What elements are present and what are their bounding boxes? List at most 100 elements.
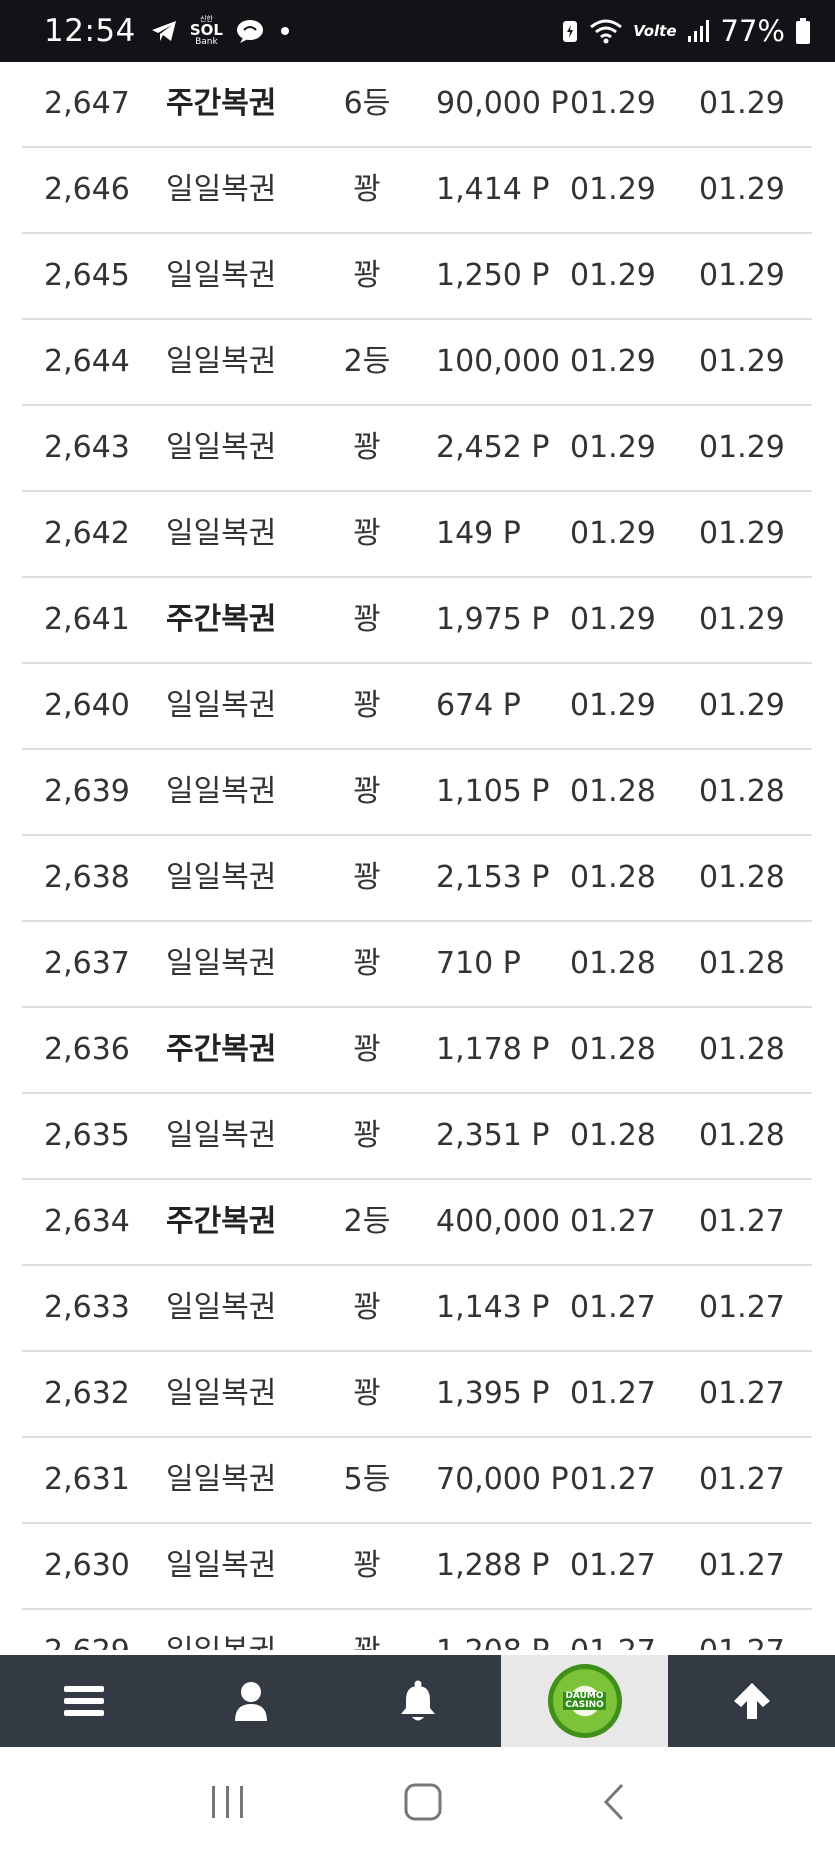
result-date: 01.28 xyxy=(699,774,785,809)
result-date: 01.27 xyxy=(699,1610,785,1650)
lottery-type: 일일복권 xyxy=(166,344,277,379)
notifications-button[interactable] xyxy=(334,1655,501,1747)
profile-button[interactable] xyxy=(167,1655,334,1747)
more-notifications-dot xyxy=(280,27,289,35)
prize-points: 1,208 P xyxy=(436,1610,550,1650)
lottery-type: 일일복권 xyxy=(166,774,277,809)
result-date: 01.29 xyxy=(699,688,785,723)
daumo-casino-logo: DAUMO CASINO xyxy=(547,1664,622,1738)
prize-points: 710 P xyxy=(436,946,521,981)
lottery-type: 일일복권 xyxy=(166,1610,276,1650)
prize-rank: 꽝 xyxy=(353,774,381,809)
recent-apps-icon[interactable] xyxy=(208,1783,248,1821)
prize-points: 2,351 P xyxy=(436,1118,550,1153)
lottery-type: 일일복권 xyxy=(166,1376,277,1411)
draw-date: 01.27 xyxy=(568,1266,656,1350)
table-row[interactable]: 2,643 일일복권 꽝 2,452 P 01.29 01.29 xyxy=(22,406,812,492)
notification-icons: 신한 SOL Bank xyxy=(150,14,289,47)
casino-button[interactable]: DAUMO CASINO xyxy=(501,1655,668,1747)
table-row[interactable]: 2,644 일일복권 2등 100,000 P 01.29 01.29 xyxy=(22,320,812,406)
row-number: 2,630 xyxy=(44,1548,130,1583)
prize-points: 100,000 P xyxy=(436,344,588,379)
lottery-type: 일일복권 xyxy=(166,860,277,895)
hamburger-icon xyxy=(63,1686,104,1716)
prize-points: 2,153 P xyxy=(436,860,550,895)
prize-points: 1,105 P xyxy=(436,774,550,809)
draw-date: 01.29 xyxy=(568,664,656,748)
table-row[interactable]: 2,630 일일복권 꽝 1,288 P 01.27 01.27 xyxy=(22,1524,812,1610)
battery-saver-icon xyxy=(563,21,578,42)
lottery-type: 주간복권 xyxy=(166,86,277,121)
result-date: 01.27 xyxy=(699,1290,785,1325)
prize-points: 70,000 P xyxy=(436,1462,569,1497)
draw-date: 01.29 xyxy=(568,492,656,576)
prize-rank: 6등 xyxy=(343,86,391,121)
wifi-icon xyxy=(590,19,623,44)
table-row[interactable]: 2,635 일일복권 꽝 2,351 P 01.28 01.28 xyxy=(22,1094,812,1180)
row-number: 2,640 xyxy=(44,688,130,723)
table-row[interactable]: 2,641 주간복권 꽝 1,975 P 01.29 01.29 xyxy=(22,578,812,664)
result-date: 01.27 xyxy=(699,1376,785,1411)
prize-rank: 꽝 xyxy=(353,1548,381,1583)
status-bar: 12:54 신한 SOL Bank Volte 77% xyxy=(0,0,835,62)
prize-rank: 2등 xyxy=(343,344,391,379)
result-date: 01.29 xyxy=(699,430,785,465)
result-date: 01.27 xyxy=(699,1462,785,1497)
prize-rank: 꽝 xyxy=(353,946,381,981)
sol-bank-icon: 신한 SOL Bank xyxy=(189,14,223,47)
result-date: 01.29 xyxy=(699,516,785,551)
table-row[interactable]: 2,640 일일복권 꽝 674 P 01.29 01.29 xyxy=(22,664,812,750)
volte-indicator: Volte xyxy=(633,22,677,40)
lottery-type: 일일복권 xyxy=(166,1290,277,1325)
row-number: 2,631 xyxy=(44,1462,130,1497)
lottery-type: 일일복권 xyxy=(166,946,277,981)
telegram-icon xyxy=(151,21,176,41)
prize-rank: 꽝 xyxy=(353,1118,381,1153)
back-icon[interactable] xyxy=(598,1782,628,1822)
prize-rank: 꽝 xyxy=(353,516,381,551)
table-row[interactable]: 2,634 주간복권 2등 400,000 P 01.27 01.27 xyxy=(22,1180,812,1266)
home-icon[interactable] xyxy=(403,1782,443,1822)
table-row[interactable]: 2,631 일일복권 5등 70,000 P 01.27 01.27 xyxy=(22,1438,812,1524)
table-row[interactable]: 2,647 주간복권 6등 90,000 P 01.29 01.29 xyxy=(22,62,812,148)
prize-rank: 꽝 xyxy=(353,430,381,465)
prize-rank: 꽝 xyxy=(353,688,381,723)
row-number: 2,629 xyxy=(44,1610,130,1650)
table-row[interactable]: 2,629 일일복권 꽝 1,208 P 01.27 01.27 xyxy=(22,1610,812,1650)
table-row[interactable]: 2,636 주간복권 꽝 1,178 P 01.28 01.28 xyxy=(22,1008,812,1094)
table-row[interactable]: 2,645 일일복권 꽝 1,250 P 01.29 01.29 xyxy=(22,234,812,320)
prize-rank: 꽝 xyxy=(353,258,381,293)
prize-rank: 꽝 xyxy=(353,1376,381,1411)
row-number: 2,645 xyxy=(44,258,130,293)
prize-rank: 꽝 xyxy=(322,1610,412,1650)
draw-date: 01.29 xyxy=(568,406,656,490)
chat-bubble-icon xyxy=(236,20,263,43)
table-row[interactable]: 2,639 일일복권 꽝 1,105 P 01.28 01.28 xyxy=(22,750,812,836)
prize-rank: 2등 xyxy=(343,1204,391,1239)
scroll-top-button[interactable] xyxy=(668,1655,835,1747)
table-row[interactable]: 2,642 일일복권 꽝 149 P 01.29 01.29 xyxy=(22,492,812,578)
lottery-history-list[interactable]: 2,647 주간복권 6등 90,000 P 01.29 01.29 2,646 일일복권 꽝 1… xyxy=(0,62,835,1650)
table-row[interactable]: 2,637 일일복권 꽝 710 P 01.28 01.28 xyxy=(22,922,812,1008)
prize-rank: 꽝 xyxy=(353,602,381,637)
prize-rank: 꽝 xyxy=(353,1032,381,1067)
row-number: 2,637 xyxy=(44,946,130,981)
table-row[interactable]: 2,646 일일복권 꽝 1,414 P 01.29 01.29 xyxy=(22,148,812,234)
lottery-type: 일일복권 xyxy=(166,258,277,293)
draw-date: 01.27 xyxy=(568,1352,656,1436)
draw-date: 01.28 xyxy=(568,922,656,1006)
menu-button[interactable] xyxy=(0,1655,167,1747)
bottom-nav: DAUMO CASINO xyxy=(0,1655,835,1747)
prize-points: 1,178 P xyxy=(436,1032,550,1067)
row-number: 2,647 xyxy=(44,86,130,121)
table-row[interactable]: 2,638 일일복권 꽝 2,153 P 01.28 01.28 xyxy=(22,836,812,922)
draw-date: 01.27 xyxy=(568,1610,656,1650)
lottery-type: 주간복권 xyxy=(166,1032,277,1067)
row-number: 2,633 xyxy=(44,1290,130,1325)
prize-points: 400,000 P xyxy=(436,1204,588,1239)
table-row[interactable]: 2,632 일일복권 꽝 1,395 P 01.27 01.27 xyxy=(22,1352,812,1438)
draw-date: 01.29 xyxy=(568,578,656,662)
table-row[interactable]: 2,633 일일복권 꽝 1,143 P 01.27 01.27 xyxy=(22,1266,812,1352)
prize-points: 149 P xyxy=(436,516,521,551)
lottery-type: 주간복권 xyxy=(166,602,277,637)
